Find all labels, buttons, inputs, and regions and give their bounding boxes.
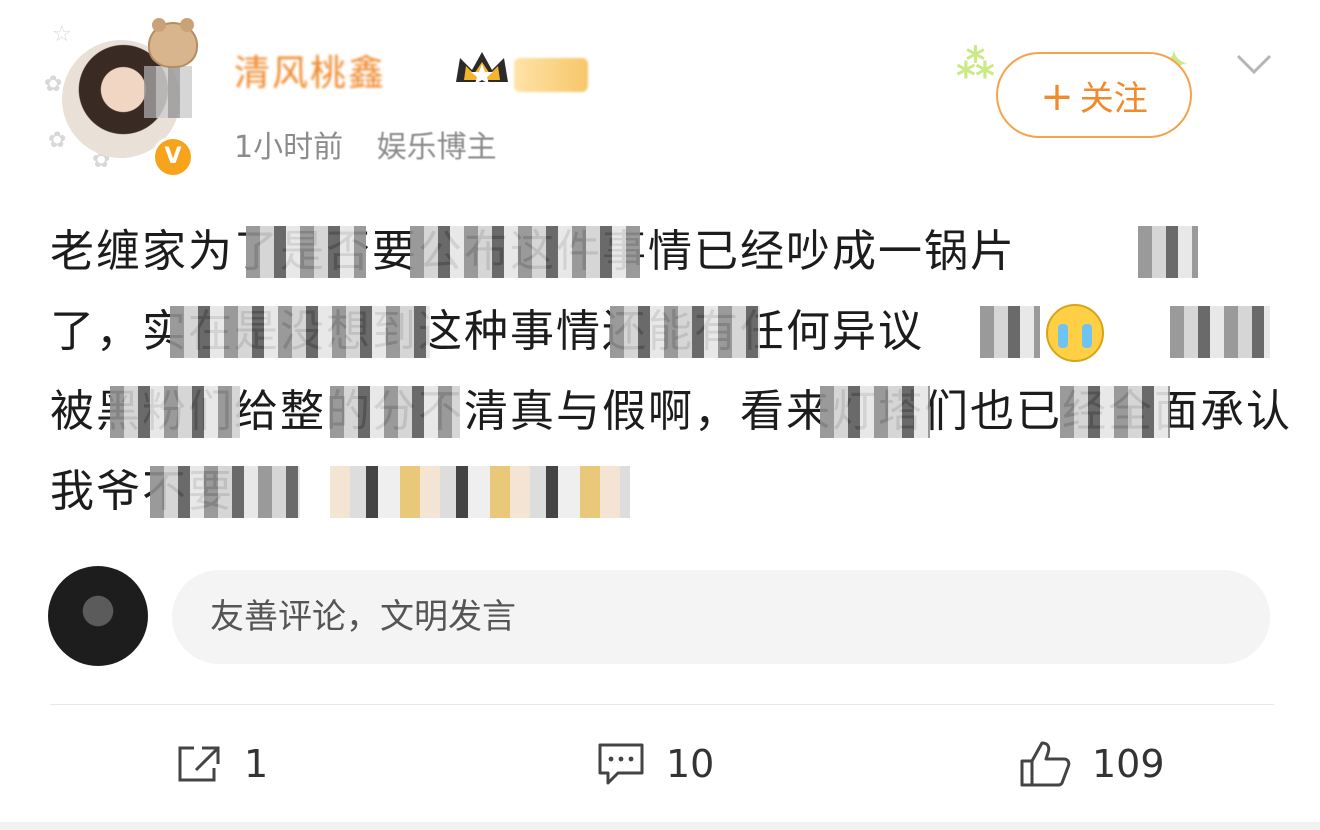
censor-mosaic: [1170, 306, 1270, 358]
repost-button[interactable]: 1: [174, 734, 268, 794]
verified-v-icon: V: [152, 136, 194, 178]
flower-decoration-icon: ✿: [48, 128, 67, 153]
author-avatar-frame[interactable]: ☆ ✿ ✿ ✿ V: [40, 18, 200, 178]
follow-label: 关注: [1079, 79, 1148, 119]
post-meta: 1小时前 娱乐博主: [234, 122, 497, 166]
post-line: 我爷不要: [50, 452, 1280, 532]
post-body: 老缠家为了是否要公布这件事情已经吵成一锅片 了，实在是没想到这种事情还能有任何异…: [50, 212, 1290, 532]
censor-mosaic: [246, 226, 366, 278]
bottom-separator: [0, 822, 1320, 830]
repost-icon: [178, 746, 220, 782]
like-button[interactable]: 109: [1018, 734, 1165, 794]
censor-mosaic: [820, 386, 930, 438]
crying-emoji-icon: [1046, 304, 1104, 362]
flower-decoration-icon: ✿: [44, 72, 63, 97]
crown-icon: [456, 52, 508, 84]
censor-mosaic: [330, 386, 460, 438]
weibo-post-card: ☆ ✿ ✿ ✿ V 清风桃鑫 1小时前 娱乐博主 ⁂ ✦ +关注 老缠家为了是否…: [0, 0, 1320, 830]
censor-mosaic: [410, 226, 640, 278]
censor-mosaic: [150, 466, 300, 518]
star-decoration-icon: ☆: [52, 22, 72, 47]
censor-mosaic: [610, 306, 760, 358]
censor-mosaic: [170, 306, 430, 358]
chevron-down-icon[interactable]: [1234, 52, 1274, 76]
current-user-avatar[interactable]: [48, 566, 148, 666]
level-badge: [514, 58, 588, 92]
post-line: 被黑粉们给整的分不清真与假啊，看来灯塔们也已经全面承认: [50, 372, 1290, 452]
post-line: 老缠家为了是否要公布这件事情已经吵成一锅片: [50, 212, 1280, 292]
author-name[interactable]: 清风桃鑫: [234, 44, 386, 96]
divider: [50, 704, 1274, 705]
like-count: 109: [1092, 742, 1165, 786]
censor-mosaic: [330, 466, 630, 518]
censor-mosaic: [144, 66, 192, 118]
author-category: 娱乐博主: [376, 130, 497, 165]
comment-count: 10: [666, 742, 715, 786]
censor-mosaic: [980, 306, 1040, 358]
plus-icon: +: [1040, 74, 1074, 120]
comment-button[interactable]: 10: [596, 734, 714, 794]
post-time: 1小时前: [234, 130, 344, 165]
comment-icon: [598, 743, 644, 785]
sticker-scribble: ⁂: [956, 42, 1001, 86]
censor-mosaic: [1060, 386, 1170, 438]
censor-mosaic: [1138, 226, 1198, 278]
comment-input[interactable]: 友善评论，文明发言: [172, 570, 1270, 664]
follow-button[interactable]: + 关注: [996, 52, 1192, 138]
bear-sticker-icon: [148, 18, 198, 68]
censor-mosaic: [110, 386, 240, 438]
repost-count: 1: [244, 742, 269, 786]
thumbs-up-icon: [1020, 741, 1071, 787]
